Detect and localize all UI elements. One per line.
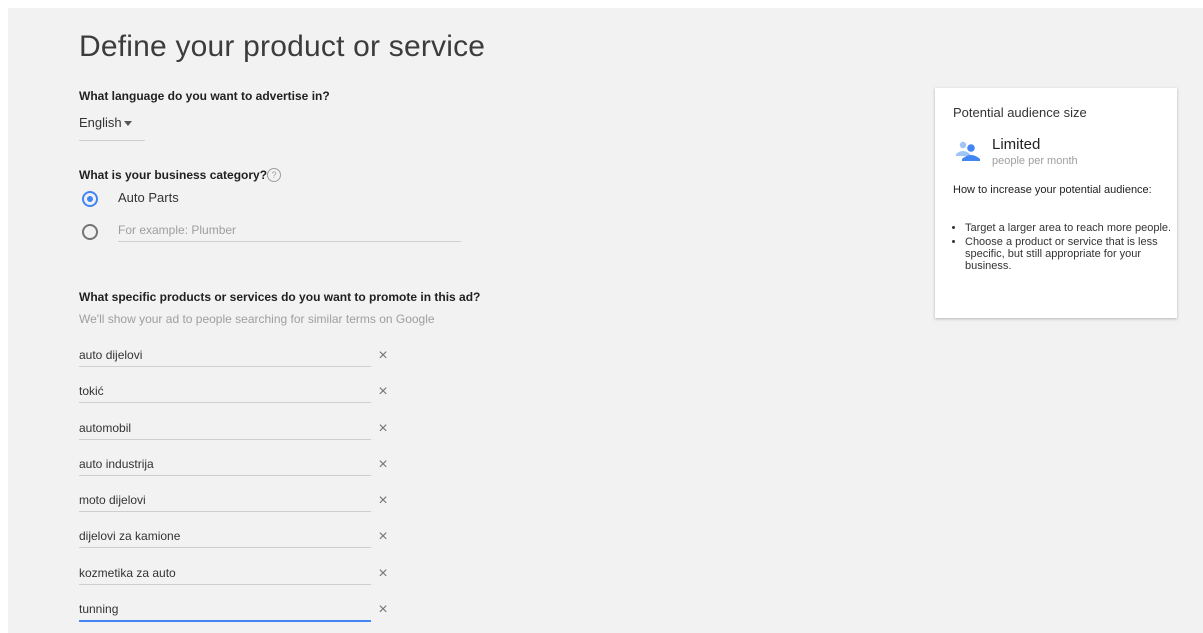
tip-item: Choose a product or service that is less…: [965, 236, 1177, 272]
tip-item: Target a larger area to reach more peopl…: [965, 222, 1177, 234]
audience-unit: people per month: [992, 155, 1078, 167]
category-radio-custom[interactable]: [82, 224, 98, 240]
dropdown-caret-icon: [124, 121, 132, 126]
close-icon[interactable]: ×: [377, 384, 389, 400]
page-title: Define your product or service: [79, 30, 486, 63]
close-icon[interactable]: ×: [377, 529, 389, 545]
close-icon[interactable]: ×: [377, 493, 389, 509]
category-question: What is your business category?: [79, 168, 268, 182]
category-radio-auto-parts[interactable]: [82, 191, 98, 207]
keyword-input[interactable]: auto dijelovi: [79, 346, 371, 367]
keyword-row: tunning ×: [79, 600, 399, 624]
keyword-row: auto industrija ×: [79, 455, 399, 479]
category-custom-input[interactable]: For example: Plumber: [118, 222, 461, 242]
tips-list: Target a larger area to reach more peopl…: [953, 222, 1177, 274]
language-value: English: [79, 115, 122, 130]
how-to-increase-heading: How to increase your potential audience:: [953, 184, 1152, 196]
keyword-input[interactable]: tokić: [79, 382, 371, 403]
keyword-input-active[interactable]: tunning: [79, 600, 371, 622]
close-icon[interactable]: ×: [377, 457, 389, 473]
audience-card: Potential audience size Limited people p…: [935, 88, 1177, 318]
help-circle-icon[interactable]: ?: [267, 168, 281, 182]
keyword-row: auto dijelovi ×: [79, 346, 399, 370]
close-icon[interactable]: ×: [377, 348, 389, 364]
language-question: What language do you want to advertise i…: [79, 89, 330, 103]
close-icon[interactable]: ×: [377, 566, 389, 582]
keyword-row: moto dijelovi ×: [79, 491, 399, 515]
radio-dot-icon: [87, 196, 93, 202]
category-option-label: Auto Parts: [118, 190, 179, 205]
keyword-input[interactable]: kozmetika za auto: [79, 564, 371, 585]
keyword-row: dijelovi za kamione ×: [79, 527, 399, 551]
category-input-placeholder: For example: Plumber: [118, 223, 237, 237]
products-question: What specific products or services do yo…: [79, 290, 481, 304]
language-select[interactable]: English: [79, 112, 145, 141]
keyword-row: automobil ×: [79, 419, 399, 443]
keyword-input[interactable]: dijelovi za kamione: [79, 527, 371, 548]
keyword-input[interactable]: automobil: [79, 419, 371, 440]
people-icon: [956, 141, 980, 161]
keyword-input[interactable]: moto dijelovi: [79, 491, 371, 512]
products-hint: We'll show your ad to people searching f…: [79, 312, 435, 326]
keyword-input[interactable]: auto industrija: [79, 455, 371, 476]
keyword-row: tokić ×: [79, 382, 399, 406]
close-icon[interactable]: ×: [377, 602, 389, 618]
keyword-row: kozmetika za auto ×: [79, 564, 399, 588]
close-icon[interactable]: ×: [377, 421, 389, 437]
audience-level: Limited: [992, 136, 1041, 153]
audience-title: Potential audience size: [953, 105, 1087, 120]
